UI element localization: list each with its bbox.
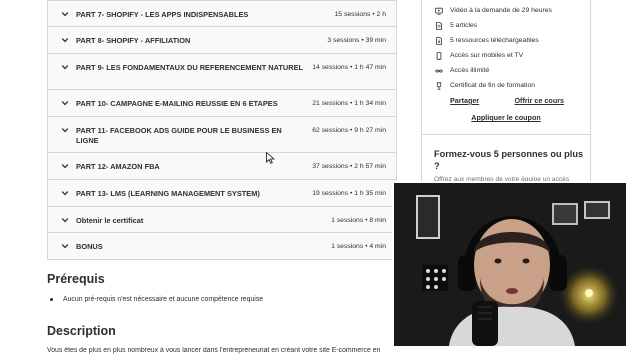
- section-header[interactable]: PART 8- SHOPIFY - AFFILIATION 3 sessions…: [48, 26, 396, 53]
- trophy-icon: [434, 81, 444, 91]
- article-icon: [434, 21, 444, 31]
- section-meta: 37 sessions • 2 h 57 min: [312, 163, 386, 170]
- include-label: Certificat de fin de formation: [450, 82, 536, 89]
- section-title: PART 10- CAMPAGNE E-MAILING REUSSIE EN 6…: [76, 99, 278, 108]
- section-header[interactable]: PART 9- LES FONDAMENTAUX DU REFERENCEMEN…: [48, 53, 396, 89]
- presenter-video: [394, 183, 626, 346]
- section-title: PART 9- LES FONDAMENTAUX DU REFERENCEMEN…: [76, 63, 304, 72]
- chevron-down-icon: [60, 126, 70, 134]
- section-header[interactable]: BONUS 1 sessions • 4 min: [48, 232, 396, 259]
- chevron-down-icon: [60, 216, 70, 224]
- include-item: Accès illimité: [434, 63, 590, 78]
- video-icon: [434, 6, 444, 16]
- sidebar-divider: [421, 134, 591, 135]
- section-meta: 1 sessions • 8 min: [331, 217, 386, 224]
- section-title: PART 13- LMS (LEARNING MANAGEMENT SYSTEM…: [76, 189, 260, 198]
- section-header[interactable]: PART 12- AMAZON FBA 37 sessions • 2 h 57…: [48, 152, 396, 179]
- section-header[interactable]: PART 10- CAMPAGNE E-MAILING REUSSIE EN 6…: [48, 89, 396, 116]
- webcam-overlay: [392, 181, 628, 348]
- apply-coupon-link[interactable]: Appliquer le coupon: [422, 113, 590, 122]
- section-header[interactable]: PART 7- SHOPIFY - LES APPS INDISPENSABLE…: [48, 0, 396, 26]
- bullet-icon: [50, 298, 53, 301]
- description-heading: Description: [47, 324, 116, 338]
- section-header[interactable]: PART 13- LMS (LEARNING MANAGEMENT SYSTEM…: [48, 179, 396, 206]
- section-title: PART 11- FACEBOOK ADS GUIDE POUR LE BUSI…: [76, 126, 282, 145]
- section-meta: 14 sessions • 1 h 47 min: [312, 64, 386, 71]
- requirement-item: Aucun pré-requis n'est nécessaire et auc…: [50, 296, 263, 303]
- section-meta: 62 sessions • 9 h 27 min: [312, 127, 386, 134]
- section-meta: 3 sessions • 39 min: [327, 37, 386, 44]
- mouse-cursor-icon: [266, 152, 275, 164]
- section-title: Obtenir le certificat: [76, 216, 144, 225]
- include-label: Accès illimité: [450, 67, 490, 74]
- include-item: Accès sur mobiles et TV: [434, 48, 590, 63]
- section-header[interactable]: PART 11- FACEBOOK ADS GUIDE POUR LE BUSI…: [48, 116, 396, 152]
- curriculum-accordion: PART 7- SHOPIFY - LES APPS INDISPENSABLE…: [47, 0, 397, 260]
- requirement-text: Aucun pré-requis n'est nécessaire et auc…: [63, 296, 264, 303]
- chevron-down-icon: [60, 63, 70, 71]
- include-label: Accès sur mobiles et TV: [450, 52, 524, 59]
- include-label: 5 articles: [450, 22, 478, 29]
- include-label: 5 ressources téléchargeables: [450, 37, 539, 44]
- chevron-down-icon: [60, 99, 70, 107]
- infinity-icon: [434, 66, 444, 76]
- description-text: Vous êtes de plus en plus nombreux à vou…: [47, 347, 381, 354]
- section-meta: 19 sessions • 1 h 35 min: [312, 190, 386, 197]
- mobile-icon: [434, 51, 444, 61]
- share-gift-row: Partager Offrir ce cours: [422, 96, 590, 105]
- chevron-down-icon: [60, 10, 70, 18]
- include-label: Vidéo à la demande de 29 heures: [450, 7, 552, 14]
- chevron-down-icon: [60, 162, 70, 170]
- share-link[interactable]: Partager: [450, 96, 479, 105]
- team-offer-title: Formez-vous 5 personnes ou plus ?: [434, 149, 584, 171]
- section-meta: 15 sessions • 2 h: [334, 11, 387, 18]
- include-item: 5 ressources téléchargeables: [434, 33, 590, 48]
- section-meta: 21 sessions • 1 h 34 min: [312, 100, 386, 107]
- include-item: Certificat de fin de formation: [434, 78, 590, 93]
- download-icon: [434, 36, 444, 46]
- chevron-down-icon: [60, 189, 70, 197]
- chevron-down-icon: [60, 36, 70, 44]
- section-meta: 1 sessions • 4 min: [331, 243, 386, 250]
- requirements-heading: Prérequis: [47, 272, 105, 286]
- gift-course-link[interactable]: Offrir ce cours: [514, 96, 564, 105]
- include-item: 5 articles: [434, 18, 590, 33]
- include-item: Vidéo à la demande de 29 heures: [434, 3, 590, 18]
- chevron-down-icon: [60, 242, 70, 250]
- section-title: PART 8- SHOPIFY - AFFILIATION: [76, 36, 191, 45]
- section-title: PART 7- SHOPIFY - LES APPS INDISPENSABLE…: [76, 10, 249, 19]
- includes-list: Vidéo à la demande de 29 heures 5 articl…: [422, 0, 590, 93]
- section-header[interactable]: Obtenir le certificat 1 sessions • 8 min: [48, 206, 396, 232]
- section-title: BONUS: [76, 242, 103, 251]
